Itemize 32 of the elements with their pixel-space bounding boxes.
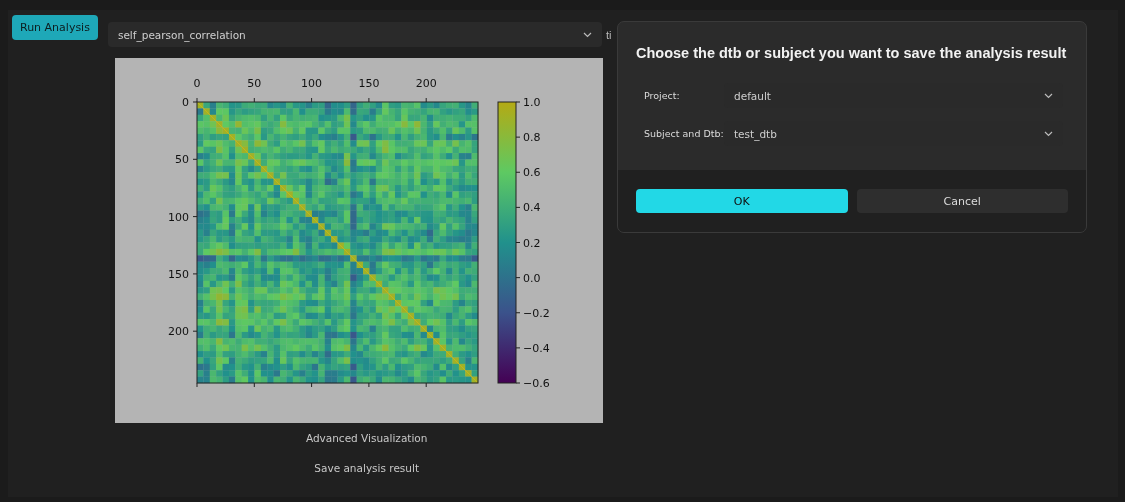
y-tick-label: 150 [167,267,189,281]
analysis-select[interactable]: self_pearson_correlation [107,22,602,47]
run-analysis-button[interactable]: Run Analysis [12,15,98,40]
colorbar-tick-label: 0.4 [522,201,541,215]
x-tick-label: 100 [301,77,322,90]
dialog-title: Choose the dtb or subject you want to save the analysis result [636,44,1067,62]
colorbar-tick-label: −0.6 [522,377,550,390]
colorbar-tick-label: 1.0 [522,96,541,109]
text-link[interactable]: Advanced Visualization [305,432,428,444]
y-tick-label: 50 [174,153,189,167]
y-tick-label: 0 [181,96,189,109]
colorbar-tick-label: 0.0 [522,271,541,285]
colorbar-tick-label: 0.6 [522,166,541,180]
colorbar-tick-label: 0.8 [522,131,541,145]
x-tick-label: 200 [415,77,437,90]
colorbar-tick-label: −0.4 [522,341,550,355]
colorbar-tick-label: 0.2 [522,236,541,250]
field-label: Subject and Dtb: [644,128,724,139]
field-label: ti [605,28,612,41]
text-link[interactable]: Save analysis result [314,462,419,474]
x-tick-label: 0 [193,77,201,90]
x-tick-label: 50 [247,77,262,90]
ok-button[interactable]: OK [636,189,848,213]
chevron-down-icon [582,31,592,38]
colorbar-tick-label: −0.2 [522,306,550,320]
field-label: Project: [644,90,681,101]
chevron-down-icon [1044,130,1053,137]
cancel-button[interactable]: Cancel [856,189,1068,213]
y-tick-label: 200 [167,325,189,339]
chevron-down-icon [1044,92,1053,99]
y-tick-label: 100 [167,210,189,224]
x-tick-label: 150 [358,77,380,90]
